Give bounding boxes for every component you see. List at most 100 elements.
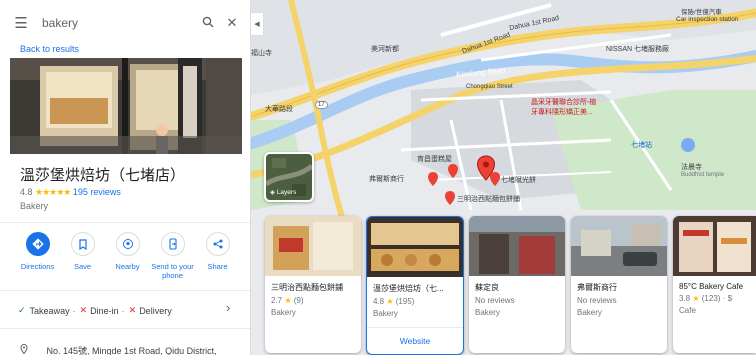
place-label: NISSAN 七堵服務廠 <box>606 46 670 53</box>
save-label: Save <box>73 262 92 271</box>
result-card-selected[interactable]: 溫莎堡烘焙坊（七... 4.8 ★ (195) Bakery Website <box>366 216 464 355</box>
check-icon: ✓ <box>18 305 26 315</box>
card-reviews: (123) <box>701 294 721 303</box>
card-category: Bakery <box>373 309 398 318</box>
divider <box>0 222 250 223</box>
card-rating: 3.8 ★ (123) · $ <box>679 294 750 303</box>
bakery-pin-icon[interactable] <box>489 171 501 187</box>
search-icon[interactable] <box>196 16 220 31</box>
share-label: Share <box>207 262 228 271</box>
bakery-pin-icon[interactable] <box>444 190 456 206</box>
card-photo <box>571 216 667 276</box>
reviews-link[interactable]: 195 reviews <box>73 187 121 197</box>
card-price: · $ <box>722 294 733 303</box>
send-to-phone-label: Send to your phone <box>151 262 194 281</box>
separator: · <box>121 305 125 316</box>
dine-in-label: Dine-in <box>90 305 119 316</box>
card-rating: 4.8 ★ (195) <box>373 297 457 306</box>
back-to-results-link[interactable]: Back to results <box>20 44 79 54</box>
card-reviews: No reviews <box>475 296 515 305</box>
card-reviews: No reviews <box>577 296 617 305</box>
road-label: Chongqiao Street <box>466 84 513 90</box>
place-category: Bakery <box>20 201 49 211</box>
divider <box>0 290 250 291</box>
route-shield: 17 <box>315 101 328 109</box>
place-photo[interactable] <box>10 58 242 154</box>
card-reviews: (195) <box>395 297 415 306</box>
card-category: Bakery <box>271 308 296 317</box>
takeaway-label: Takeaway <box>29 305 70 316</box>
place-label: 美河新都 <box>371 46 399 53</box>
card-title: 弗爾斯商行 <box>577 283 617 292</box>
share-button[interactable]: Share <box>195 232 240 281</box>
place-panel: ☰ bakery ✕ Back to results 溫莎堡烘焙坊（七堵店） 4… <box>0 0 251 355</box>
menu-icon[interactable]: ☰ <box>8 14 34 32</box>
star-icon: ★ <box>386 297 394 306</box>
location-pin-icon <box>20 343 31 355</box>
card-photo <box>673 216 756 276</box>
layers-label: ◈ Layers <box>270 188 296 196</box>
action-bar: Directions Save Nearby Send to your phon… <box>15 232 240 281</box>
result-card[interactable]: 蘇定良 No reviews Bakery <box>469 216 565 353</box>
layers-button[interactable]: ◈ Layers <box>264 152 314 202</box>
card-title: 蘇定良 <box>475 283 499 292</box>
rating-stars: ★★★★★ <box>35 187 71 197</box>
place-label: 保險/世億汽車 <box>681 9 722 16</box>
card-rating: 2.7 ★ (9) <box>271 296 355 305</box>
divider <box>367 327 463 328</box>
search-bar[interactable]: ☰ bakery ✕ <box>8 8 244 38</box>
card-photo <box>265 216 361 276</box>
station-label: 七堵站 <box>631 142 652 149</box>
rating-value: 4.8 <box>20 187 33 197</box>
card-category: Cafe <box>679 306 696 315</box>
send-to-phone-button[interactable]: Send to your phone <box>150 232 195 281</box>
place-label: 福山寺 <box>251 50 272 57</box>
chevron-left-icon: ◀ <box>254 21 260 28</box>
place-label: Buddhist temple <box>681 172 725 178</box>
star-icon: ★ <box>692 294 700 303</box>
website-link[interactable]: Website <box>367 336 463 346</box>
card-category: Bakery <box>475 308 500 317</box>
save-button[interactable]: Save <box>60 232 105 281</box>
card-title: 85°C Bakery Cafe <box>679 282 744 291</box>
place-label: 法晨寺 <box>681 164 702 171</box>
card-reviews: (9) <box>293 296 304 305</box>
bakery-label: 弗爾斯商行 <box>369 176 404 183</box>
collapse-panel-button[interactable]: ◀ <box>251 12 264 36</box>
service-options[interactable]: ✓ Takeaway · ✕ Dine-in · ✕ Delivery <box>18 305 172 316</box>
nearby-label: Nearby <box>115 262 140 271</box>
divider <box>0 328 250 329</box>
directions-button[interactable]: Directions <box>15 232 60 281</box>
bakery-label: 七堵賦光餅 <box>501 177 536 184</box>
result-card[interactable]: 85°C Bakery Cafe 3.8 ★ (123) · $ Cafe <box>673 216 756 353</box>
nearby-button[interactable]: Nearby <box>105 232 150 281</box>
place-name: 溫莎堡烘焙坊（七堵店） <box>20 167 186 184</box>
star-icon: ★ <box>284 296 292 305</box>
result-card[interactable]: 弗爾斯商行 No reviews Bakery <box>571 216 667 353</box>
card-photo <box>469 216 565 276</box>
layers-text: Layers <box>276 189 297 196</box>
share-icon <box>213 239 222 249</box>
address-text: No. 145號, Mingde 1st Road, Qidu District… <box>46 346 217 355</box>
phone-send-icon <box>168 238 177 250</box>
place-rating: 4.8 ★★★★★ 195 reviews <box>20 187 121 198</box>
card-rating-value: 4.8 <box>373 297 385 306</box>
directions-icon <box>31 238 44 250</box>
card-title: 三明治西點麵包餅鋪 <box>271 283 343 292</box>
chevron-right-icon[interactable]: › <box>226 300 230 315</box>
directions-label: Directions <box>20 262 55 271</box>
bakery-pin-icon[interactable] <box>447 163 459 179</box>
poi-label: 牙專科隱形矯正美... <box>531 109 593 116</box>
layers-icon: ◈ <box>270 189 275 196</box>
cross-icon: ✕ <box>128 305 137 315</box>
place-label: 大華路段 <box>265 106 293 113</box>
bakery-pin-icon[interactable] <box>427 171 439 187</box>
close-icon[interactable]: ✕ <box>220 15 244 31</box>
result-card[interactable]: 三明治西點麵包餅鋪 2.7 ★ (9) Bakery <box>265 216 361 353</box>
address-row[interactable]: No. 145號, Mingde 1st Road, Qidu District… <box>20 343 217 355</box>
search-input[interactable]: bakery <box>34 16 196 30</box>
card-rating-value: 3.8 <box>679 294 691 303</box>
card-category: Bakery <box>577 308 602 317</box>
delivery-label: Delivery <box>139 305 172 316</box>
separator: · <box>72 305 76 316</box>
